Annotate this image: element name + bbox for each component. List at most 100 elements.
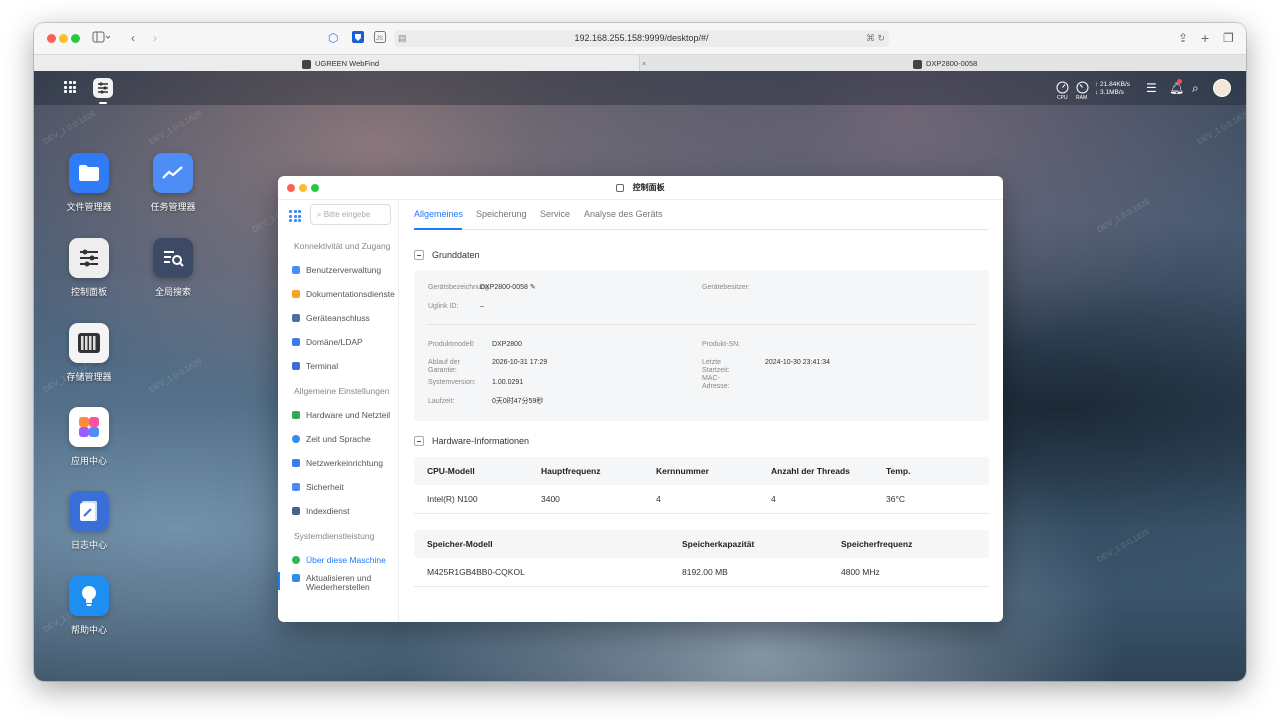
desktop-icon-app-center[interactable]: 应用中心 (54, 407, 124, 467)
js-extension-icon[interactable]: JS (374, 31, 386, 45)
desktop-icon-file-manager[interactable]: 文件管理器 (54, 153, 124, 213)
bulb-icon (69, 576, 109, 616)
url-text: 192.168.255.158:9999/desktop/#/ (574, 33, 709, 43)
share-icon[interactable]: ⇪ (1178, 31, 1188, 45)
table-row: M425R1GB4BB0-CQKOL 8192.00 MB 4800 MHz (414, 558, 989, 587)
sidebar-item-documentation-services[interactable]: Dokumentationsdienste (292, 287, 398, 301)
info-divider (428, 324, 975, 325)
column-header: Speicherfrequenz (841, 539, 913, 549)
task-list-icon[interactable]: ☰ (1146, 81, 1157, 95)
update-icon (292, 574, 300, 582)
bitwarden-icon[interactable] (352, 31, 364, 45)
sidebar-item-about-this-machine[interactable]: Über diese Maschine (292, 553, 398, 567)
uptime-value: 0天0时47分59秒 (492, 398, 544, 405)
sidebar-item-label: Geräteanschluss (306, 313, 370, 323)
tab-service[interactable]: Service (540, 209, 570, 219)
desktop-icon-storage-manager[interactable]: 存储管理器 (54, 323, 124, 383)
cp-search-input[interactable]: ⌕ Bitte eingebe (310, 204, 391, 225)
collapse-icon[interactable] (414, 249, 424, 260)
section-title: Hardware-Informationen (432, 436, 530, 446)
sidebar-toggle-icon[interactable] (92, 31, 111, 45)
active-tab-underline (414, 228, 462, 230)
shield-icon (292, 482, 300, 491)
device-name-value: DXP2800-0058 ✎ (480, 284, 536, 291)
zoom-window-button[interactable] (71, 34, 80, 43)
notification-bell-icon[interactable]: 🔔︎ (1169, 79, 1184, 95)
collapse-icon[interactable] (414, 435, 424, 446)
device-icon (292, 313, 300, 322)
browser-toolbar: ‹ › ⬡ JS ▤ 192.168.255.158:9999/desktop/… (34, 23, 1246, 54)
upload-rate: ↑ 21.84KB/s (1095, 81, 1131, 88)
new-tab-icon[interactable]: + (1201, 31, 1209, 45)
taskbar-control-panel-icon[interactable] (93, 78, 113, 104)
browser-tab-dxp2800[interactable]: DXP2800-0058 (641, 55, 1246, 72)
search-icon: ⌕ (317, 210, 324, 219)
safari-window: ‹ › ⬡ JS ▤ 192.168.255.158:9999/desktop/… (34, 23, 1246, 681)
desktop-icon-help-center[interactable]: 帮助中心 (54, 576, 124, 636)
sidebar-item-domain-ldap[interactable]: Domäne/LDAP (292, 335, 398, 349)
tab-bar: UGREEN WebFind × DXP2800-0058 (34, 54, 1246, 72)
mac-key: MAC-Adresse: (702, 375, 730, 390)
desktop-icon-global-search[interactable]: 全局搜索 (138, 238, 208, 298)
sidebar-item-label: Terminal (306, 361, 339, 371)
section-basic-data-header[interactable]: Grunddaten (414, 249, 480, 261)
window-titlebar[interactable]: 控制面板 (278, 176, 1003, 200)
cpu-gauge-icon[interactable] (1056, 81, 1069, 94)
desktop-icon-log-center[interactable]: 日志中心 (54, 491, 124, 551)
translate-icon[interactable]: ⌘ (866, 30, 875, 47)
sidebar-item-user-management[interactable]: Benutzerverwaltung (292, 263, 398, 277)
column-header: CPU-Modell (427, 466, 475, 476)
last-start-value: 2024-10-30 23:41:34 (765, 359, 830, 366)
extension-cube-icon[interactable]: ⬡ (328, 31, 338, 45)
sidebar-item-time-language[interactable]: Zeit und Sprache (292, 432, 398, 446)
sidebar-item-network-setup[interactable]: Netzwerkeinrichtung (292, 456, 398, 470)
uptime-key: Laufzeit: (428, 398, 455, 405)
forward-icon[interactable]: › (153, 31, 157, 45)
app-launcher-icon[interactable] (64, 81, 76, 93)
icon-label: 应用中心 (70, 456, 107, 466)
uglink-key: Uglink ID: (428, 303, 459, 310)
cp-maximize-button[interactable] (311, 184, 319, 192)
sidebar-item-label: Zeit und Sprache (306, 434, 371, 444)
address-bar[interactable]: ▤ 192.168.255.158:9999/desktop/#/ ⌘ ↻ (394, 30, 889, 47)
sidebar-item-device-connection[interactable]: Geräteanschluss (292, 311, 398, 325)
tab-device-analysis[interactable]: Analyse des Geräts (584, 209, 663, 219)
tab-storage[interactable]: Speicherung (476, 209, 527, 219)
icon-label: 全局搜索 (154, 287, 191, 297)
desktop-icon-control-panel[interactable]: 控制面板 (54, 238, 124, 298)
back-icon[interactable]: ‹ (131, 31, 135, 45)
apps-icon (69, 407, 109, 447)
column-header: Speicherkapazität (682, 539, 755, 549)
edit-pencil-icon[interactable]: ✎ (530, 284, 536, 291)
minimize-window-button[interactable] (59, 34, 68, 43)
browser-tab-webfind[interactable]: UGREEN WebFind × (34, 55, 646, 72)
sidebar-group-general-settings: Allgemeine Einstellungen (294, 386, 390, 396)
info-icon (292, 555, 300, 564)
icon-label: 存储管理器 (66, 372, 112, 382)
sidebar-item-hardware-power[interactable]: Hardware und Netzteil (292, 408, 398, 422)
sidebar-item-index-service[interactable]: Indexdienst (292, 504, 398, 518)
hardware-icon (292, 410, 300, 419)
table-cell: 4 (656, 494, 661, 504)
cp-menu-grid-icon[interactable] (289, 210, 301, 222)
tab-overview-icon[interactable]: ❐ (1223, 31, 1234, 45)
desktop-icon-task-manager[interactable]: 任务管理器 (138, 153, 208, 213)
watermark: DEV_1.0.0.1826 (1195, 108, 1246, 147)
reload-icon[interactable]: ↻ (877, 30, 885, 47)
cp-close-button[interactable] (287, 184, 295, 192)
cp-sidebar: ⌕ Bitte eingebe Konnektivität und Zugang… (278, 200, 399, 622)
page-settings-icon[interactable]: ▤ (398, 30, 407, 47)
avatar[interactable] (1213, 79, 1231, 97)
sidebar-item-label: Sicherheit (306, 482, 344, 492)
sidebar-item-security[interactable]: Sicherheit (292, 480, 398, 494)
model-value: DXP2800 (492, 341, 522, 348)
section-hardware-header[interactable]: Hardware-Informationen (414, 435, 530, 447)
cp-minimize-button[interactable] (299, 184, 307, 192)
close-window-button[interactable] (47, 34, 56, 43)
control-panel-window: 控制面板 ⌕ Bitte eingebe Konnektivität und Z… (278, 176, 1003, 622)
tab-general[interactable]: Allgemeines (414, 209, 463, 219)
sidebar-item-update-restore[interactable]: Aktualisieren und Wiederherstellen (292, 574, 398, 596)
ram-gauge-icon[interactable] (1076, 81, 1089, 94)
search-icon[interactable]: ⌕ (1192, 81, 1199, 95)
sidebar-item-terminal[interactable]: Terminal (292, 359, 398, 373)
